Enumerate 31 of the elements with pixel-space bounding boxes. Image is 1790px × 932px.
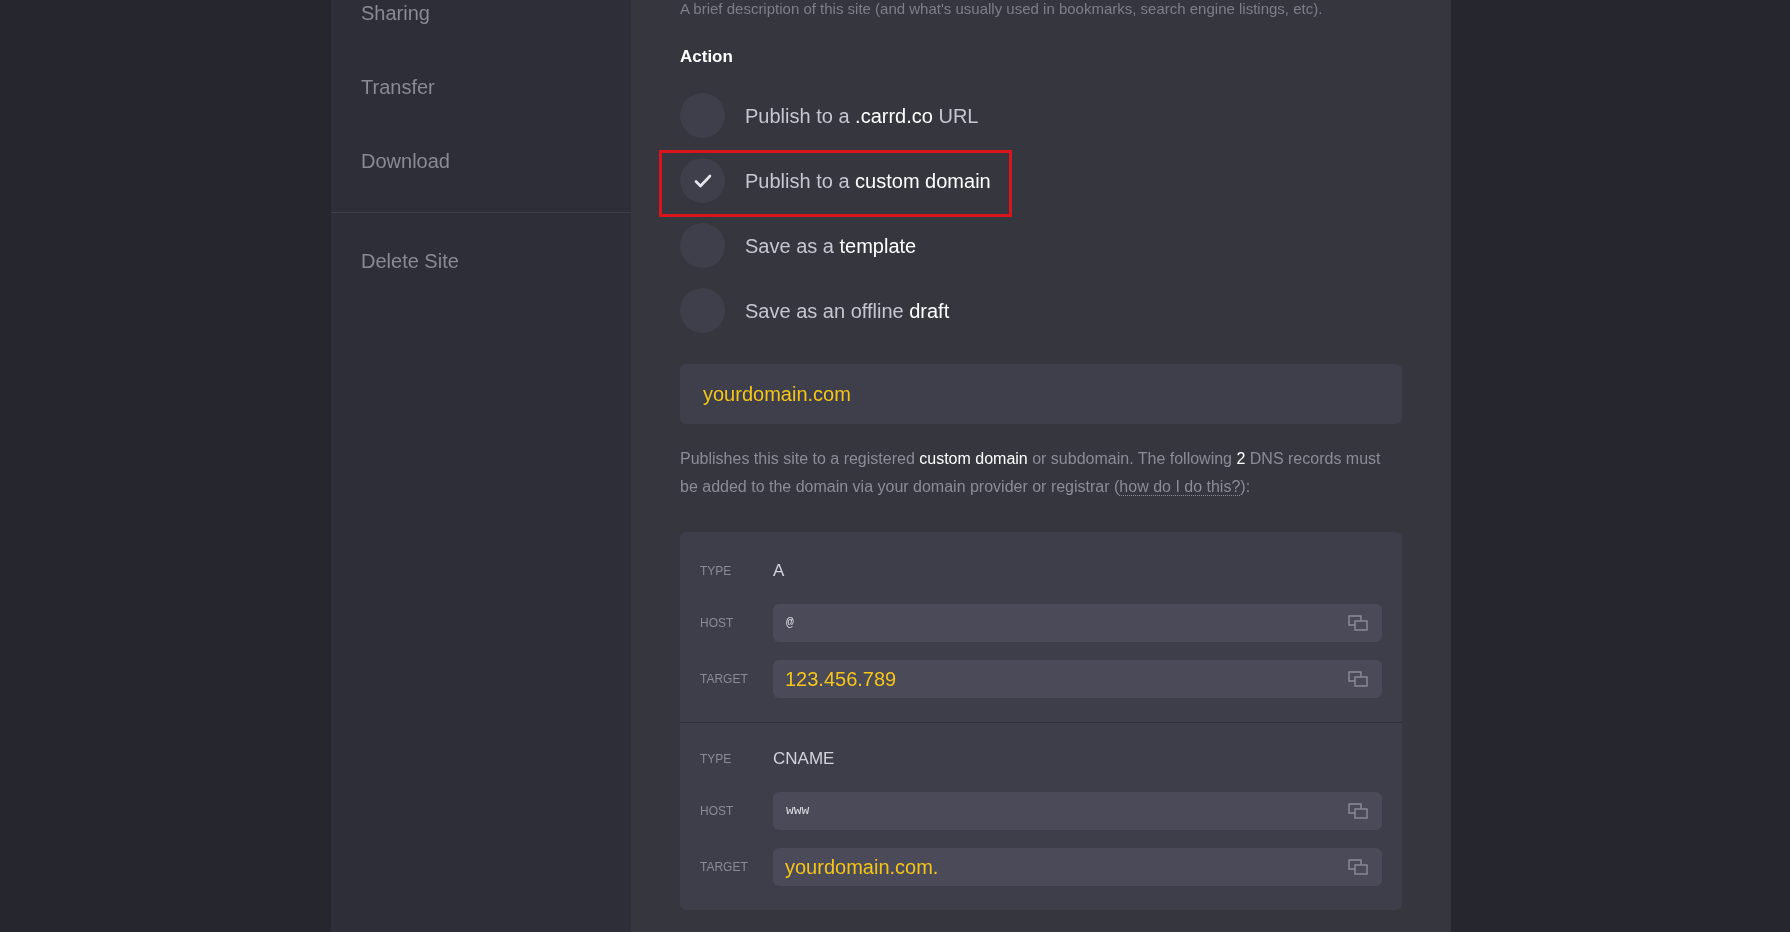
option-radio[interactable] [680,158,725,203]
sidebar-link[interactable]: Delete Site [361,249,459,273]
option-label[interactable]: Publish to a custom domain [745,168,991,193]
record-label: TYPE [700,751,733,768]
copy-icon[interactable] [1348,671,1368,687]
help-link[interactable]: how do I do this? [1119,478,1241,496]
domain-field[interactable]: yourdomain.com [680,364,1402,424]
option-label[interactable]: Publish to a .carrd.co URL [745,103,979,128]
record-label: TYPE [700,563,733,580]
sidebar-link[interactable]: Transfer [361,75,435,99]
sidebar-link[interactable]: Sharing [361,1,430,25]
option-label[interactable]: Save as a template [745,233,917,258]
record-label: HOST [700,615,735,632]
target-field[interactable]: 123.456.789 [773,660,1382,698]
copy-icon[interactable] [1348,803,1368,819]
sidebar-link[interactable]: Download [361,149,450,173]
option-label[interactable]: Save as an offline draft [745,298,950,323]
check-icon [693,173,712,188]
record-label: HOST [700,803,735,820]
target-field[interactable]: yourdomain.com. [773,848,1382,886]
host-field[interactable]: www [773,792,1382,830]
record-type: A [773,560,785,583]
copy-icon[interactable] [1348,615,1368,631]
record-label: TARGET [700,671,749,688]
record-type: CNAME [773,748,835,771]
field-hint: A brief description of this site (and what's usually used in bookmarks, search engine listings, etc). [680,0,1323,18]
help-text: Publishes this site to a registered custom domain or subdomain. The following 2 DNS records must be added to the domain via your domain provider or registrar (how do I do this?): [680,449,1382,498]
host-field[interactable]: @ [773,604,1382,642]
copy-icon[interactable] [1348,859,1368,875]
section-heading: Action [680,47,733,67]
record-label: TARGET [700,859,749,876]
